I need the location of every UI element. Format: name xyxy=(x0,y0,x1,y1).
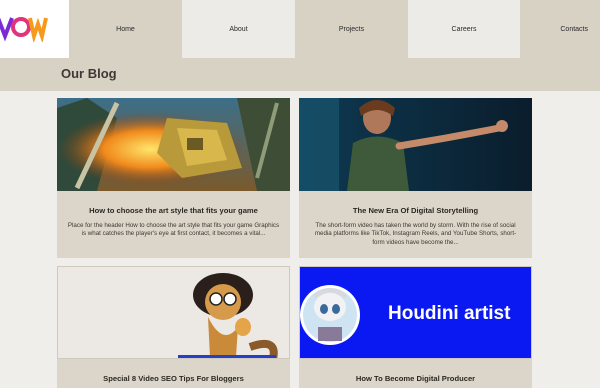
nav-item-careers[interactable]: Careers xyxy=(408,0,520,58)
houdini-image-text: Houdini artist xyxy=(388,303,511,324)
post-title[interactable]: How to choose the art style that fits yo… xyxy=(57,206,290,215)
nav-item-projects[interactable]: Projects xyxy=(295,0,408,58)
title-band: Our Blog xyxy=(0,58,600,91)
logo[interactable] xyxy=(0,0,69,58)
post-title[interactable]: How To Become Digital Producer xyxy=(299,374,532,383)
post-image[interactable] xyxy=(57,98,290,191)
post-title[interactable]: The New Era Of Digital Storytelling xyxy=(299,206,532,215)
post-image[interactable] xyxy=(57,266,290,359)
post-excerpt: Place for the header How to choose the a… xyxy=(67,222,280,238)
top-nav: Home About Projects Careers Contacts xyxy=(0,0,600,58)
blog-card[interactable]: How to choose the art style that fits yo… xyxy=(57,98,290,258)
post-image[interactable] xyxy=(299,98,532,191)
blog-card[interactable]: The New Era Of Digital Storytelling The … xyxy=(299,98,532,258)
nav-item-about[interactable]: About xyxy=(182,0,295,58)
post-image[interactable]: Houdini artist xyxy=(299,266,532,359)
nav-item-contacts[interactable]: Contacts xyxy=(520,0,600,58)
blog-card[interactable]: Special 8 Video SEO Tips For Bloggers xyxy=(57,266,290,388)
logo-icon xyxy=(0,17,48,42)
nav-item-home[interactable]: Home xyxy=(69,0,182,58)
blog-card[interactable]: Houdini artist How To Become Digital Pro… xyxy=(299,266,532,388)
post-excerpt: The short-form video has taken the world… xyxy=(314,222,517,246)
post-title[interactable]: Special 8 Video SEO Tips For Bloggers xyxy=(57,374,290,383)
page-title: Our Blog xyxy=(61,66,117,81)
